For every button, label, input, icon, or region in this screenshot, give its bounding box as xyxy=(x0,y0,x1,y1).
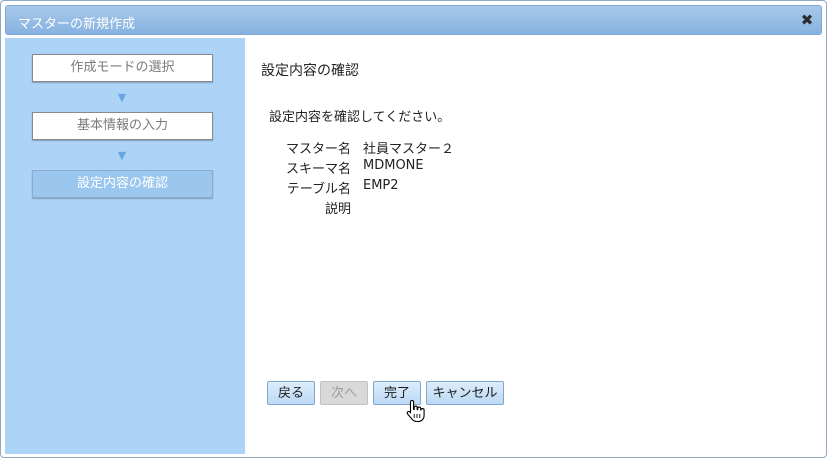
close-icon[interactable]: ✖ xyxy=(799,12,815,28)
wizard-steps-sidebar: 作成モードの選択 ▼ 基本情報の入力 ▼ 設定内容の確認 xyxy=(5,38,245,454)
hand-pointer-icon xyxy=(406,399,425,423)
step-select-mode: 作成モードの選択 xyxy=(32,54,213,82)
field-value: MDMONE xyxy=(363,158,424,173)
field-label: 説明 xyxy=(324,202,351,217)
triangle-down-icon: ▼ xyxy=(117,149,127,162)
wizard-content: 設定内容の確認 設定内容を確認してください。 マスター名 社員マスター２ スキー… xyxy=(245,38,822,454)
dialog-title: マスターの新規作成 xyxy=(18,17,136,32)
master-create-dialog: マスターの新規作成 ✖ 作成モードの選択 ▼ 基本情報の入力 ▼ 設定内容の確認… xyxy=(0,0,827,458)
triangle-down-icon: ▼ xyxy=(117,91,127,104)
section-title: 設定内容の確認 xyxy=(261,63,359,79)
field-label: スキーマ名 xyxy=(285,162,351,177)
dialog-titlebar: マスターの新規作成 ✖ xyxy=(5,5,822,35)
next-button: 次へ xyxy=(320,381,368,405)
step-confirm-settings: 設定内容の確認 xyxy=(32,170,213,198)
instruction-text: 設定内容を確認してください。 xyxy=(269,110,451,125)
field-value: EMP2 xyxy=(363,178,399,193)
field-label: テーブル名 xyxy=(286,182,351,197)
field-label: マスター名 xyxy=(285,142,351,157)
cancel-button[interactable]: キャンセル xyxy=(426,381,504,405)
step-basic-info: 基本情報の入力 xyxy=(32,112,213,140)
field-value: 社員マスター２ xyxy=(363,142,455,157)
back-button[interactable]: 戻る xyxy=(267,381,315,405)
